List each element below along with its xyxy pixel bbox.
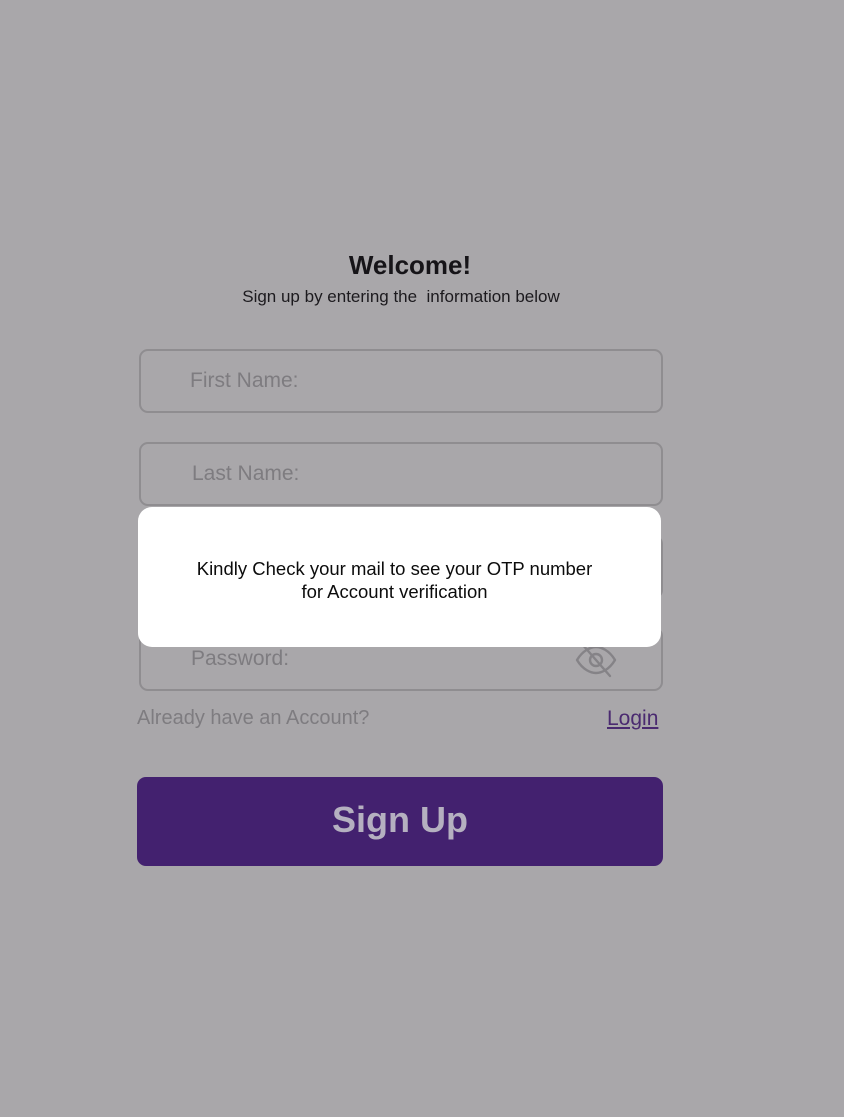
dialog-message-line-1: Kindly Check your mail to see your OTP n… [196, 558, 593, 579]
first-name-field[interactable] [139, 349, 663, 413]
dialog-message-line-2: for Account verification [301, 581, 488, 602]
account-prompt: Already have an Account? [137, 707, 370, 729]
first-name-input[interactable] [141, 351, 661, 411]
sign-up-button[interactable]: Sign Up [137, 777, 663, 866]
page-title: Welcome! [348, 250, 472, 280]
last-name-input[interactable] [141, 444, 661, 504]
last-name-field[interactable] [139, 442, 663, 506]
page-subtitle: Sign up by entering the information belo… [242, 287, 560, 306]
login-link[interactable]: Login [607, 707, 658, 731]
otp-dialog: Kindly Check your mail to see your OTP n… [138, 507, 661, 647]
dialog-message: Kindly Check your mail to see your OTP n… [138, 557, 651, 603]
